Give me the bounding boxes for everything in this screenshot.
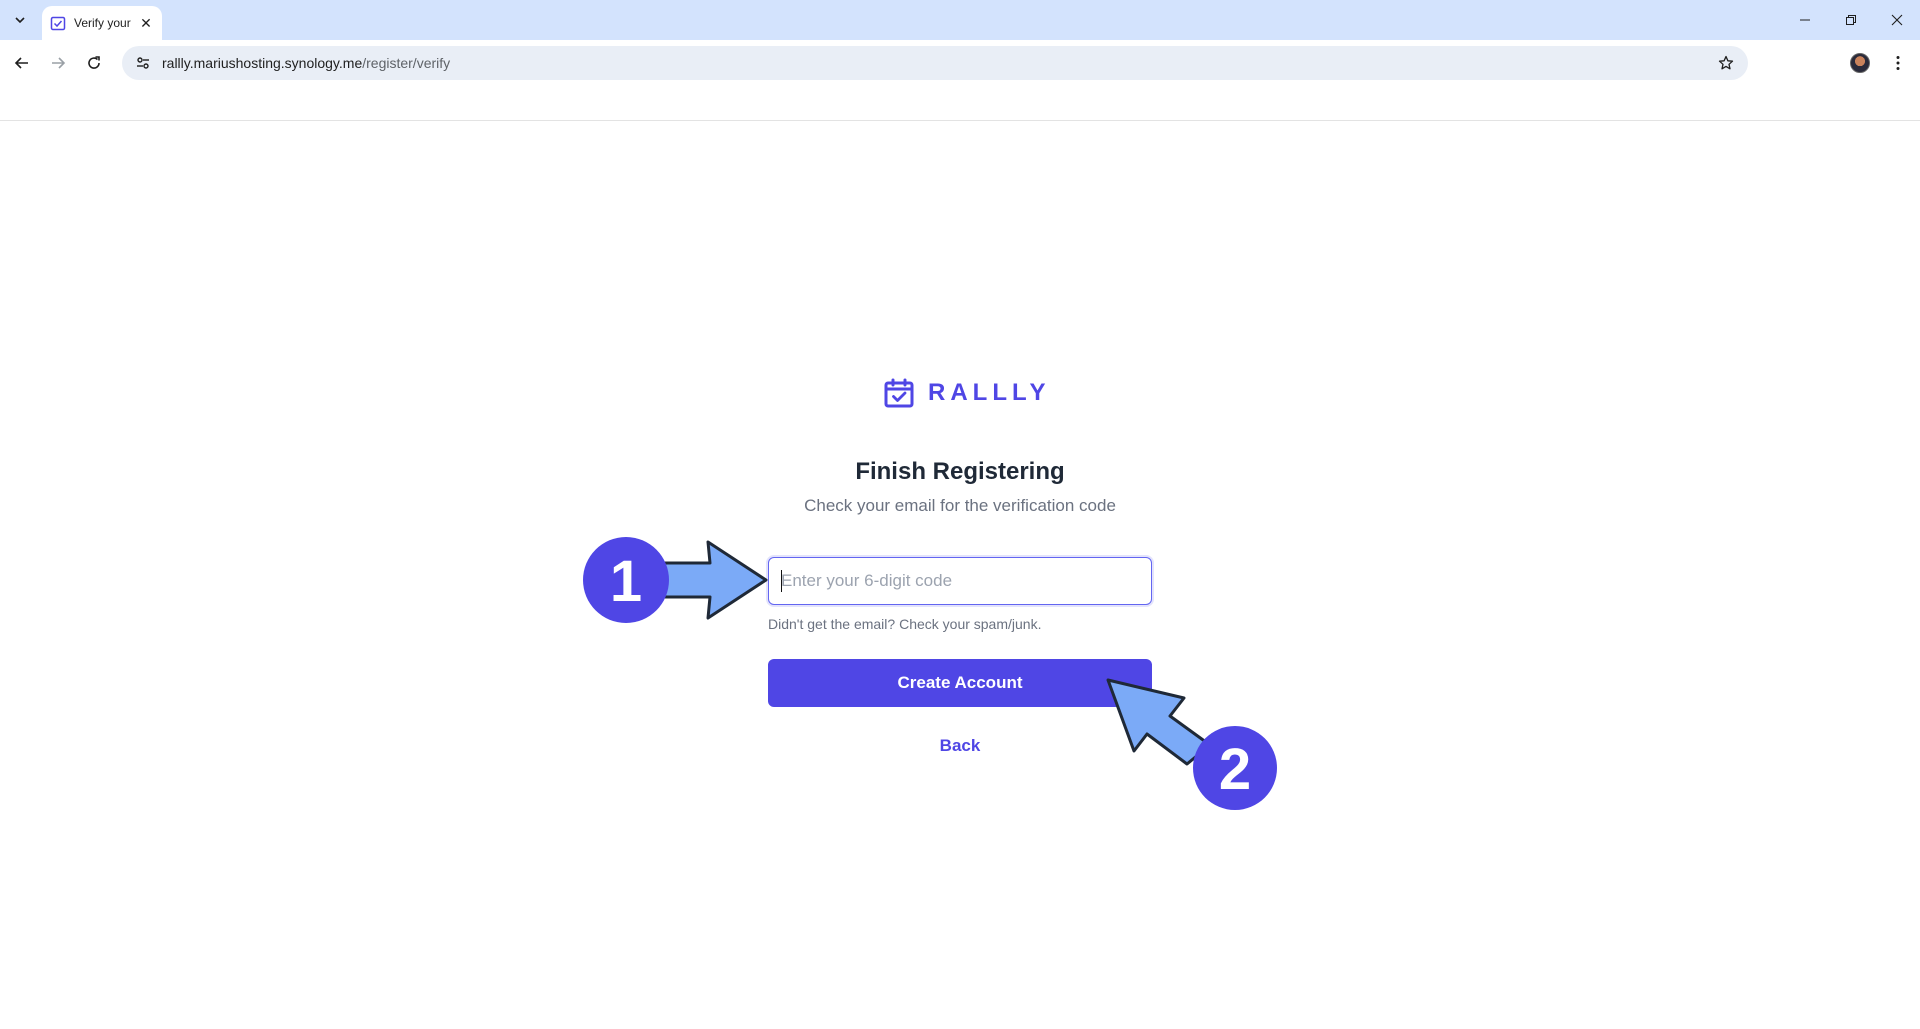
url-text: rallly.mariushosting.synology.me/registe…	[162, 55, 450, 71]
brand-name: RALLLY	[928, 379, 1051, 406]
forward-icon[interactable]	[44, 49, 72, 77]
spam-hint: Didn't get the email? Check your spam/ju…	[768, 616, 1042, 632]
restore-icon[interactable]	[1828, 0, 1874, 40]
back-link[interactable]: Back	[910, 736, 1010, 756]
create-account-button[interactable]: Create Account	[768, 659, 1152, 707]
page-subtitle: Check your email for the verification co…	[804, 496, 1116, 515]
reload-icon[interactable]	[80, 49, 108, 77]
calendar-check-icon	[50, 15, 66, 31]
calendar-check-icon	[884, 378, 914, 408]
browser-tab[interactable]: Verify your ✕	[42, 6, 162, 40]
rallly-logo: RALLLY	[884, 378, 1050, 408]
star-icon[interactable]	[1716, 53, 1736, 73]
annotation-step-1: 1	[583, 537, 768, 623]
back-icon[interactable]	[8, 49, 36, 77]
page-title: Finish Registering	[855, 458, 1065, 485]
text-cursor	[781, 570, 782, 592]
tab-title: Verify your	[74, 16, 131, 30]
annotation-step-2: 2	[1106, 678, 1277, 810]
tab-search-icon[interactable]	[6, 8, 34, 32]
verification-code-input[interactable]	[768, 557, 1152, 605]
close-window-icon[interactable]	[1874, 0, 1920, 40]
browser-tabstrip: Verify your ✕	[0, 0, 1920, 40]
close-icon[interactable]: ✕	[138, 15, 154, 31]
address-bar[interactable]: rallly.mariushosting.synology.me/registe…	[122, 46, 1748, 80]
window-controls	[1782, 0, 1920, 40]
annotation-number-2: 2	[1219, 737, 1251, 802]
minimize-icon[interactable]	[1782, 0, 1828, 40]
annotation-arrow-up-left	[1106, 678, 1212, 766]
browser-toolbar: rallly.mariushosting.synology.me/registe…	[0, 40, 1920, 86]
page-top-divider	[0, 120, 1920, 121]
annotation-number-1: 1	[610, 549, 642, 614]
annotation-arrow-right	[660, 540, 768, 620]
more-menu-icon[interactable]	[1888, 51, 1908, 75]
url-host: rallly.mariushosting.synology.me	[162, 55, 363, 71]
profile-avatar[interactable]	[1850, 53, 1870, 73]
url-path: /register/verify	[362, 55, 451, 71]
site-settings-icon[interactable]	[128, 55, 158, 71]
